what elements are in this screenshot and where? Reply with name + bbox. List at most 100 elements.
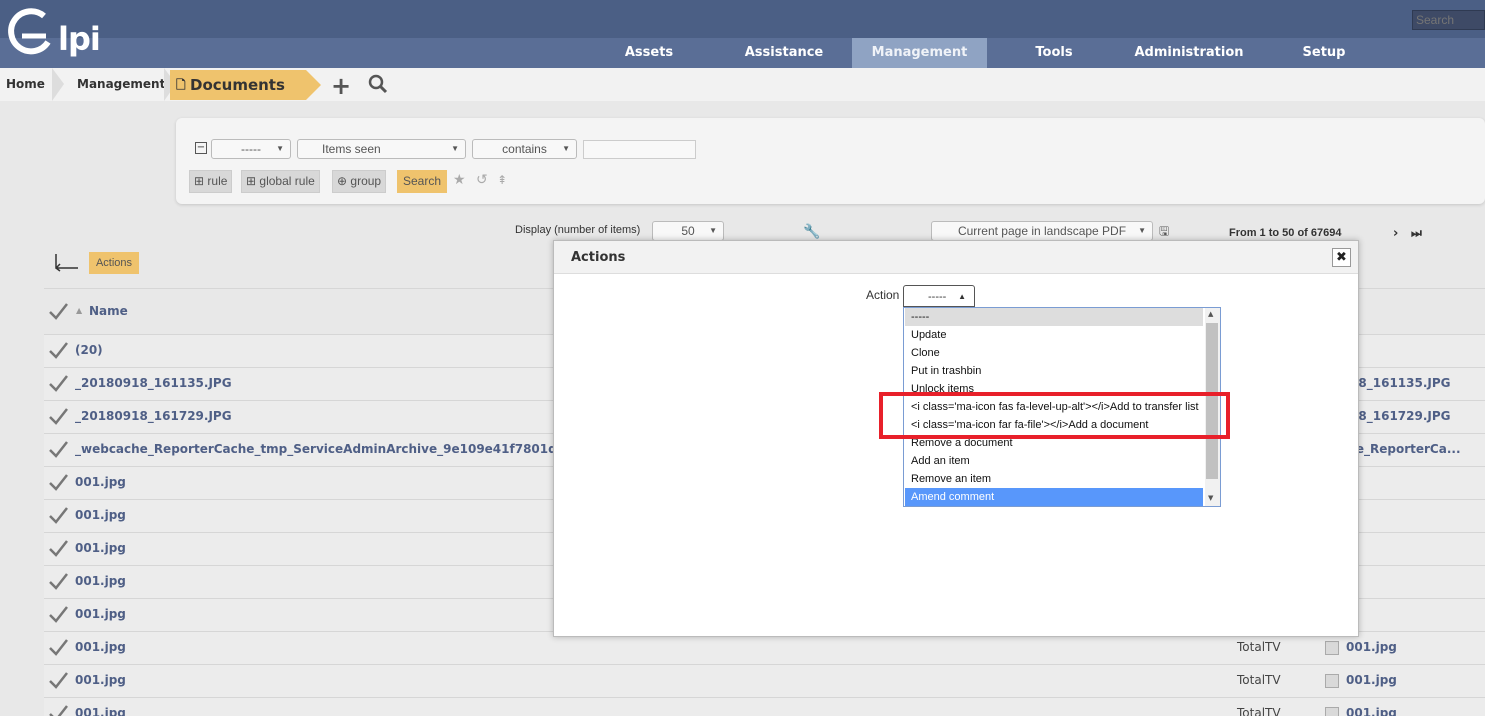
add-global-rule-button[interactable]: ⊞ global rule <box>241 170 320 193</box>
action-option[interactable]: Remove an item <box>905 470 1203 488</box>
menu-management[interactable]: Management <box>852 38 987 68</box>
row-check-icon[interactable] <box>48 373 68 393</box>
sort-asc-icon[interactable]: ▲ <box>76 306 82 315</box>
action-label: Action <box>866 288 900 302</box>
row-name-link[interactable]: _20180918_161135.JPG <box>75 376 232 390</box>
plus-square-icon: ⊞ <box>194 174 205 188</box>
action-option[interactable]: Add an item <box>905 452 1203 470</box>
scroll-up-icon[interactable]: ▲ <box>1208 310 1213 318</box>
action-option[interactable]: Amend comment <box>905 488 1203 506</box>
action-option[interactable]: Put in trashbin <box>905 362 1203 380</box>
select-arrow-icon <box>52 252 82 275</box>
modal-title: Actions <box>571 250 626 265</box>
row-name-link[interactable]: 001.jpg <box>75 574 126 588</box>
plus-square-icon: ⊞ <box>246 174 257 188</box>
breadcrumb-management[interactable]: Management <box>77 68 165 101</box>
row-name-link[interactable]: 001.jpg <box>75 541 126 555</box>
criteria-field-select[interactable]: ----- <box>211 139 291 159</box>
breadcrumb-home[interactable]: Home <box>6 68 45 101</box>
add-rule-button[interactable]: ⊞ rule <box>189 170 233 193</box>
highlight-annotation-box <box>879 392 1230 439</box>
search-button[interactable]: Search <box>397 170 447 193</box>
column-header-name[interactable]: Name <box>89 304 128 318</box>
glpi-logo[interactable]: lpi <box>4 6 104 62</box>
row-check-icon[interactable] <box>48 703 68 716</box>
row-file-name: 001.jpg <box>1346 706 1397 716</box>
add-group-button[interactable]: ⊕ group <box>332 170 387 193</box>
row-check-icon[interactable] <box>48 670 68 690</box>
row-check-icon[interactable] <box>48 505 68 525</box>
per-page-select[interactable]: 50 <box>652 221 724 241</box>
file-icon: 🗋 <box>176 78 186 92</box>
action-select-value: ----- <box>928 291 947 303</box>
row-check-icon[interactable] <box>48 637 68 657</box>
row-entity: TotalTV <box>1237 706 1281 716</box>
actions-button[interactable]: Actions <box>89 252 139 274</box>
action-option[interactable]: Clone <box>905 344 1203 362</box>
image-file-icon <box>1325 640 1339 655</box>
row-entity: TotalTV <box>1237 640 1281 654</box>
table-row: 001.jpg TotalTV 001.jpg <box>44 697 1485 716</box>
pager-range: From 1 to 50 of 67694 <box>1229 227 1342 239</box>
logo-text: lpi <box>58 20 101 58</box>
scroll-down-icon[interactable]: ▼ <box>1208 494 1213 502</box>
remove-criteria-icon[interactable]: − <box>195 142 207 154</box>
search-icon[interactable] <box>368 74 388 97</box>
add-icon[interactable]: + <box>331 72 351 100</box>
wrench-icon[interactable]: 🔧 <box>803 224 820 240</box>
menu-setup[interactable]: Setup <box>1280 38 1368 68</box>
modal-header: Actions ✖ <box>554 241 1358 274</box>
row-name-link[interactable]: _20180918_161729.JPG <box>75 409 232 423</box>
action-option[interactable]: Update <box>905 326 1203 344</box>
table-row: 001.jpg TotalTV 001.jpg <box>44 664 1485 697</box>
row-check-icon[interactable] <box>48 472 68 492</box>
row-name-link[interactable]: 001.jpg <box>75 508 126 522</box>
row-check-icon[interactable] <box>48 439 68 459</box>
menu-tools[interactable]: Tools <box>1010 38 1098 68</box>
row-file-name: 001.jpg <box>1346 640 1397 654</box>
top-bar <box>0 0 1485 38</box>
row-name-link[interactable]: 001.jpg <box>75 475 126 489</box>
row-name-link[interactable]: (20) <box>75 343 103 357</box>
star-icon[interactable]: ★ <box>453 172 466 188</box>
plus-circle-icon: ⊕ <box>337 174 348 188</box>
row-check-icon[interactable] <box>48 406 68 426</box>
export-format-select[interactable]: Current page in landscape PDF <box>931 221 1153 241</box>
close-icon[interactable]: ✖ <box>1332 248 1351 267</box>
row-file-name: 001.jpg <box>1346 673 1397 687</box>
check-all-icon[interactable] <box>48 301 68 321</box>
breadcrumb-documents[interactable]: 🗋 Documents <box>170 70 321 100</box>
action-select[interactable]: ----- ▲ <box>903 285 975 307</box>
row-file-link[interactable]: 001.jpg <box>1325 706 1397 716</box>
row-check-icon[interactable] <box>48 340 68 360</box>
row-file-link[interactable]: 001.jpg <box>1325 640 1397 655</box>
row-check-icon[interactable] <box>48 571 68 591</box>
image-file-icon <box>1325 706 1339 716</box>
next-page-icon[interactable]: › <box>1393 226 1398 241</box>
row-name-link[interactable]: 001.jpg <box>75 673 126 687</box>
row-check-icon[interactable] <box>48 538 68 558</box>
action-option[interactable]: ----- <box>905 308 1203 326</box>
image-file-icon <box>1325 673 1339 688</box>
collapse-icon[interactable]: ⇞ <box>497 173 507 187</box>
menu-assets[interactable]: Assets <box>600 38 698 68</box>
breadcrumb-separator <box>52 68 64 101</box>
global-search-input[interactable] <box>1412 10 1485 30</box>
menu-assistance[interactable]: Assistance <box>730 38 838 68</box>
row-name-link[interactable]: 001.jpg <box>75 640 126 654</box>
row-name-link[interactable]: _webcache_ReporterCache_tmp_ServiceAdmin… <box>75 442 590 456</box>
criteria-value-input[interactable] <box>583 140 696 159</box>
last-page-icon[interactable]: ⏭ <box>1411 226 1422 241</box>
breadcrumb-current-label: Documents <box>190 76 285 94</box>
row-name-link[interactable]: 001.jpg <box>75 607 126 621</box>
row-name-link[interactable]: 001.jpg <box>75 706 126 716</box>
items-seen-select[interactable]: Items seen <box>297 139 466 159</box>
chevron-up-icon: ▲ <box>958 292 966 301</box>
row-check-icon[interactable] <box>48 604 68 624</box>
menu-administration[interactable]: Administration <box>1120 38 1258 68</box>
row-file-link[interactable]: 001.jpg <box>1325 673 1397 688</box>
operator-select[interactable]: contains <box>472 139 577 159</box>
row-entity: TotalTV <box>1237 673 1281 687</box>
reset-icon[interactable]: ↺ <box>476 172 488 188</box>
display-label: Display (number of items) <box>515 224 641 236</box>
